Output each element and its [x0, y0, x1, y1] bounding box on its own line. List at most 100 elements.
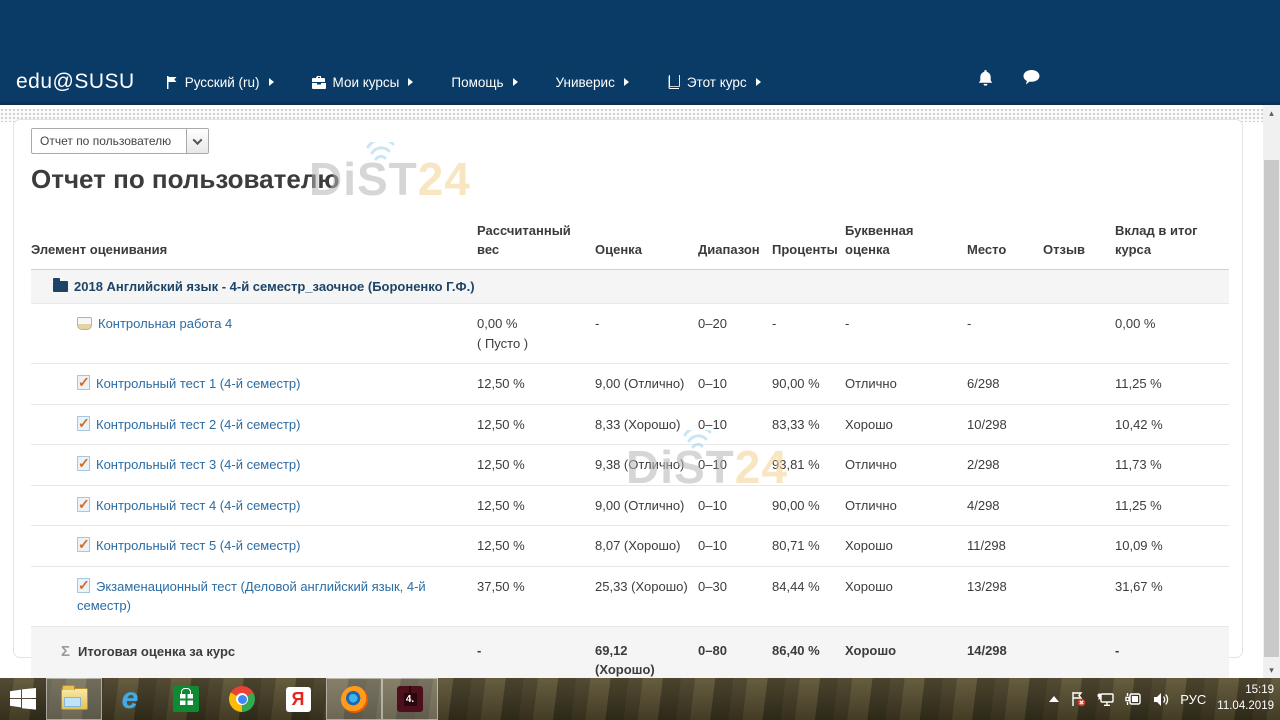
nav-this-course-menu[interactable]: Этот курс [667, 75, 761, 90]
cell-percent: 90,00 % [772, 485, 845, 526]
chat-icon[interactable] [1023, 70, 1040, 92]
app-4-icon: 4. [397, 686, 423, 712]
taskbar-firefox[interactable] [326, 678, 382, 720]
file-explorer-icon [61, 688, 88, 710]
page-title: Отчет по пользователю [31, 164, 340, 195]
cell-weight: 37,50 % [477, 566, 595, 626]
cell-contribution: 31,67 % [1115, 566, 1229, 626]
windows-store-icon [173, 686, 199, 712]
battery-icon[interactable] [1125, 692, 1142, 706]
clock-date: 11.04.2019 [1217, 699, 1274, 715]
taskbar-app-4[interactable]: 4. [382, 678, 438, 720]
language-indicator[interactable]: РУС [1180, 692, 1206, 707]
taskbar-yandex-browser[interactable]: Я [270, 678, 326, 720]
report-card: Отчет по пользователю Отчет по пользоват… [13, 119, 1243, 658]
network-icon[interactable] [1097, 692, 1114, 707]
nav-my-courses-menu[interactable]: Мои курсы [312, 75, 414, 90]
taskbar-file-explorer[interactable] [46, 678, 102, 720]
yandex-browser-icon: Я [286, 687, 311, 712]
cell-feedback [1043, 526, 1115, 567]
firefox-icon [341, 686, 368, 713]
cell-percent: - [772, 304, 845, 364]
cell-contribution: 10,42 % [1115, 404, 1229, 445]
quiz-icon [77, 497, 90, 512]
page: edu@SUSU Русский (ru) Мои курсы Помощь [0, 0, 1280, 720]
grade-item-link[interactable]: Контрольный тест 5 (4-й семестр) [96, 538, 300, 553]
cell-range: 0–10 [698, 526, 772, 567]
grade-item-link[interactable]: Экзаменационный тест (Деловой английский… [77, 579, 426, 614]
taskbar-internet-explorer[interactable]: e [102, 678, 158, 720]
cell-letter: - [845, 304, 967, 364]
grade-item-link[interactable]: Контрольный тест 3 (4-й семестр) [96, 457, 300, 472]
col-header-grade: Оценка [595, 218, 698, 269]
cell-letter: Отлично [845, 364, 967, 405]
grade-item-link[interactable]: Контрольный тест 1 (4-й семестр) [96, 376, 300, 391]
action-center-flag-icon[interactable] [1070, 691, 1086, 707]
page-scrollbar[interactable]: ▴ ▾ [1263, 105, 1280, 678]
cell-weight: 12,50 % [477, 364, 595, 405]
cell-range: 0–20 [698, 304, 772, 364]
quiz-icon [77, 416, 90, 431]
col-header-percent: Проценты [772, 218, 845, 269]
scrollbar-thumb[interactable] [1264, 160, 1279, 657]
tray-expand-icon[interactable] [1049, 696, 1059, 702]
cell-letter: Хорошо [845, 526, 967, 567]
select-dropdown-button[interactable] [186, 129, 208, 153]
nav-help-menu[interactable]: Помощь [451, 75, 517, 90]
chevron-right-icon [624, 78, 629, 86]
cell-letter: Отлично [845, 485, 967, 526]
bell-icon[interactable] [978, 70, 993, 92]
cell-grade: 8,07 (Хорошо) [595, 526, 698, 567]
grade-item-row: Контрольный тест 3 (4-й семестр)12,50 %9… [31, 445, 1229, 486]
col-header-weight: Рассчитанный вес [477, 218, 595, 269]
cell-rank: 4/298 [967, 485, 1043, 526]
windows-taskbar: e Я 4. [0, 678, 1280, 720]
quiz-icon [77, 375, 90, 390]
site-logo[interactable]: edu@SUSU [16, 70, 135, 94]
scrollbar-down-arrow[interactable]: ▾ [1263, 662, 1280, 678]
grade-item-link[interactable]: Контрольный тест 4 (4-й семестр) [96, 498, 300, 513]
cell-weight: 12,50 % [477, 485, 595, 526]
taskbar-windows-store[interactable] [158, 678, 214, 720]
briefcase-icon [312, 76, 326, 89]
category-row: 2018 Английский язык - 4-й семестр_заочн… [31, 269, 1229, 304]
cell-range: 0–30 [698, 566, 772, 626]
cell-item-name: Контрольный тест 4 (4-й семестр) [31, 485, 477, 526]
chevron-right-icon [269, 78, 274, 86]
nav-univeris-menu[interactable]: Универис [556, 75, 629, 90]
cell-rank: 10/298 [967, 404, 1043, 445]
report-type-select[interactable]: Отчет по пользователю [31, 128, 209, 154]
cell-grade: 9,00 (Отлично) [595, 364, 698, 405]
site-header: edu@SUSU Русский (ru) Мои курсы Помощь [0, 0, 1280, 105]
cell-range: 0–10 [698, 364, 772, 405]
scrollbar-up-arrow[interactable]: ▴ [1263, 105, 1280, 121]
clock[interactable]: 15:19 11.04.2019 [1217, 683, 1274, 714]
col-header-range: Диапазон [698, 218, 772, 269]
cell-rank: 6/298 [967, 364, 1043, 405]
nav-language-menu[interactable]: Русский (ru) [165, 75, 274, 90]
cell-rank: 2/298 [967, 445, 1043, 486]
system-tray: РУС 15:19 11.04.2019 [1049, 678, 1274, 720]
cell-letter: Хорошо [845, 566, 967, 626]
col-header-feedback: Отзыв [1043, 218, 1115, 269]
cell-range: 0–10 [698, 404, 772, 445]
cell-rank: 11/298 [967, 526, 1043, 567]
cell-contribution: 0,00 % [1115, 304, 1229, 364]
taskbar-chrome[interactable] [214, 678, 270, 720]
grade-item-row: Контрольный тест 2 (4-й семестр)12,50 %8… [31, 404, 1229, 445]
col-header-rank: Место [967, 218, 1043, 269]
cell-item-name: Контрольный тест 5 (4-й семестр) [31, 526, 477, 567]
grade-item-link[interactable]: Контрольная работа 4 [98, 316, 232, 331]
cell-grade: 9,38 (Отлично) [595, 445, 698, 486]
cell-contribution: 10,09 % [1115, 526, 1229, 567]
cell-feedback [1043, 364, 1115, 405]
grade-item-link[interactable]: Контрольный тест 2 (4-й семестр) [96, 417, 300, 432]
book-icon [667, 75, 680, 89]
internet-explorer-icon: e [122, 686, 139, 712]
cell-contribution: 11,73 % [1115, 445, 1229, 486]
volume-icon[interactable] [1153, 692, 1169, 707]
cell-contribution: 11,25 % [1115, 485, 1229, 526]
cell-contribution: 11,25 % [1115, 364, 1229, 405]
start-button[interactable] [0, 678, 46, 720]
cell-item-name: Контрольный тест 1 (4-й семестр) [31, 364, 477, 405]
